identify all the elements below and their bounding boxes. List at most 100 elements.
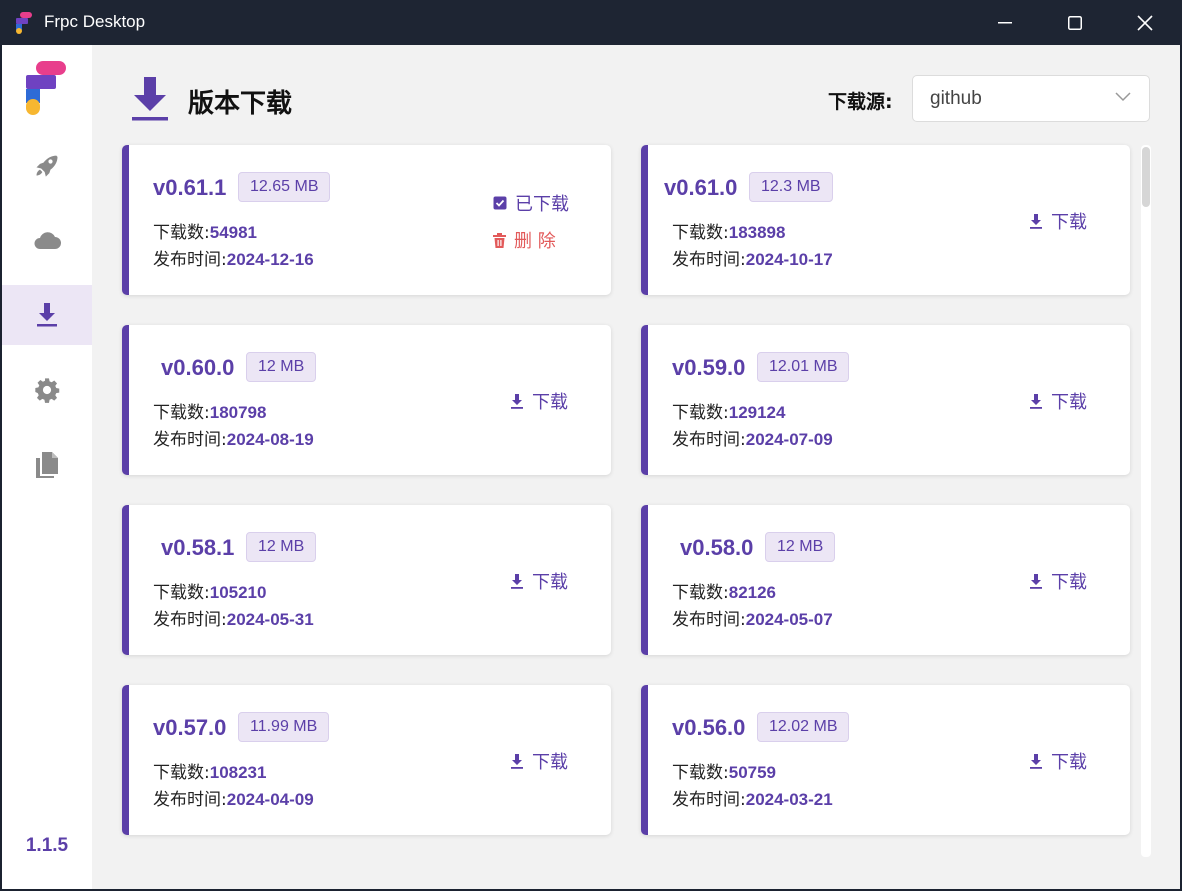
download-icon — [511, 573, 523, 589]
nav-item-settings[interactable] — [2, 360, 92, 420]
download-count-row: 下载数:129124 — [672, 398, 785, 423]
file-size-badge: 12 MB — [765, 532, 836, 562]
download-count: 108231 — [209, 763, 267, 782]
publish-date-label: 发布时间: — [672, 430, 746, 450]
publish-date-row: 发布时间:2024-05-07 — [672, 605, 833, 630]
rocket-icon — [36, 155, 58, 177]
checkbox-checked-icon — [493, 196, 507, 210]
version-card: v0.56.0 12.02 MB 下载数:50759 发布时间:2024-03-21 下… — [641, 685, 1130, 835]
publish-date-label: 发布时间: — [153, 250, 227, 270]
download-count-label: 下载数: — [153, 223, 210, 243]
nav-item-cloud[interactable] — [2, 210, 92, 270]
source-label: 下载源: — [828, 91, 893, 113]
download-count: 105210 — [209, 583, 267, 602]
maximize-icon — [1068, 15, 1082, 30]
publish-date: 2024-12-16 — [226, 250, 314, 269]
download-count-row: 下载数:54981 — [153, 218, 257, 243]
download-count-label: 下载数: — [672, 403, 729, 423]
publish-date-label: 发布时间: — [672, 250, 746, 270]
file-size-badge: 12.02 MB — [757, 712, 850, 742]
file-size-badge: 12 MB — [246, 352, 317, 382]
version-card: v0.61.0 12.3 MB 下载数:183898 发布时间:2024-10-17 下… — [641, 145, 1130, 295]
main-content: 版本下载 下载源: github v0.61.1 12.65 MB 下载数:5498… — [92, 45, 1180, 889]
download-label: 下载 — [1051, 392, 1087, 413]
maximize-button[interactable] — [1040, 0, 1110, 45]
download-count: 50759 — [728, 763, 777, 782]
publish-date-row: 发布时间:2024-08-19 — [153, 425, 314, 450]
version-number: v0.56.0 — [672, 715, 746, 740]
download-button[interactable]: 下载 — [510, 388, 568, 414]
version-card: v0.59.0 12.01 MB 下载数:129124 发布时间:2024-07-09… — [641, 325, 1130, 475]
version-number: v0.57.0 — [153, 715, 227, 740]
nav-item-download[interactable] — [2, 285, 92, 345]
delete-button[interactable]: 删 除 — [493, 227, 556, 253]
minimize-button[interactable] — [970, 0, 1040, 45]
download-label: 下载 — [1051, 212, 1087, 233]
chevron-down-icon — [1115, 92, 1131, 102]
sidebar: 1.1.5 — [2, 45, 92, 889]
trash-icon — [493, 232, 506, 248]
download-count: 180798 — [209, 403, 267, 422]
delete-label: 删 除 — [514, 231, 556, 252]
download-label: 下载 — [532, 572, 568, 593]
version-card: v0.60.0 12 MB 下载数:180798 发布时间:2024-08-19 下载 — [122, 325, 611, 475]
download-count-label: 下载数: — [672, 763, 729, 783]
publish-date: 2024-08-19 — [226, 430, 314, 449]
window-title: Frpc Desktop — [44, 12, 146, 31]
file-size-badge: 11.99 MB — [238, 712, 330, 742]
publish-date: 2024-07-09 — [745, 430, 833, 449]
close-icon — [1137, 14, 1153, 31]
download-count-label: 下载数: — [153, 583, 210, 603]
download-count-row: 下载数:105210 — [153, 578, 266, 603]
publish-date-row: 发布时间:2024-04-09 — [153, 785, 314, 810]
download-icon — [511, 393, 523, 409]
download-count-label: 下载数: — [153, 763, 210, 783]
publish-date: 2024-05-31 — [226, 610, 314, 629]
app-logo-icon — [26, 61, 66, 115]
nav-item-launch[interactable] — [2, 135, 92, 195]
publish-date-label: 发布时间: — [153, 790, 227, 810]
download-button[interactable]: 下载 — [1029, 568, 1087, 594]
version-number: v0.59.0 — [672, 355, 746, 380]
source-select[interactable]: github — [912, 75, 1150, 122]
app-frame: 1.1.5 版本下载 下载源: github v0.61.1 12.65 MB 下载… — [2, 45, 1180, 889]
source-select-value: github — [930, 88, 982, 109]
app-version: 1.1.5 — [25, 835, 69, 856]
version-card: v0.57.0 11.99 MB 下载数:108231 发布时间:2024-04-09… — [122, 685, 611, 835]
publish-date-row: 发布时间:2024-12-16 — [153, 245, 314, 270]
app-logo-icon — [16, 12, 32, 34]
download-count-label: 下载数: — [153, 403, 210, 423]
downloaded-label: 已下载 — [515, 194, 569, 215]
version-number: v0.58.0 — [680, 535, 754, 560]
publish-date: 2024-05-07 — [745, 610, 833, 629]
download-count-row: 下载数:108231 — [153, 758, 266, 783]
download-button[interactable]: 下载 — [510, 568, 568, 594]
nav-item-logs[interactable] — [2, 435, 92, 495]
gear-icon — [35, 378, 60, 403]
publish-date-row: 发布时间:2024-07-09 — [672, 425, 833, 450]
download-button[interactable]: 下载 — [1029, 208, 1087, 234]
download-count: 129124 — [728, 403, 786, 422]
download-button[interactable]: 下载 — [510, 748, 568, 774]
publish-date-row: 发布时间:2024-05-31 — [153, 605, 314, 630]
minimize-icon — [998, 21, 1012, 23]
download-button[interactable]: 下载 — [1029, 388, 1087, 414]
scrollbar-thumb[interactable] — [1142, 147, 1150, 207]
scrollbar[interactable] — [1141, 145, 1151, 857]
download-count: 54981 — [209, 223, 258, 242]
download-button[interactable]: 下载 — [1029, 748, 1087, 774]
file-size-badge: 12 MB — [246, 532, 317, 562]
publish-date: 2024-04-09 — [226, 790, 314, 809]
download-icon — [1030, 573, 1042, 589]
download-label: 下载 — [532, 752, 568, 773]
close-button[interactable] — [1110, 0, 1180, 45]
download-icon — [37, 303, 57, 327]
version-number: v0.60.0 — [161, 355, 235, 380]
file-size-badge: 12.3 MB — [749, 172, 833, 202]
version-card: v0.58.0 12 MB 下载数:82126 发布时间:2024-05-07 下载 — [641, 505, 1130, 655]
download-label: 下载 — [1051, 572, 1087, 593]
downloaded-status: 已下载 — [493, 190, 569, 216]
publish-date-label: 发布时间: — [672, 610, 746, 630]
version-card: v0.61.1 12.65 MB 下载数:54981 发布时间:2024-12-16 已… — [122, 145, 611, 295]
download-label: 下载 — [1051, 752, 1087, 773]
